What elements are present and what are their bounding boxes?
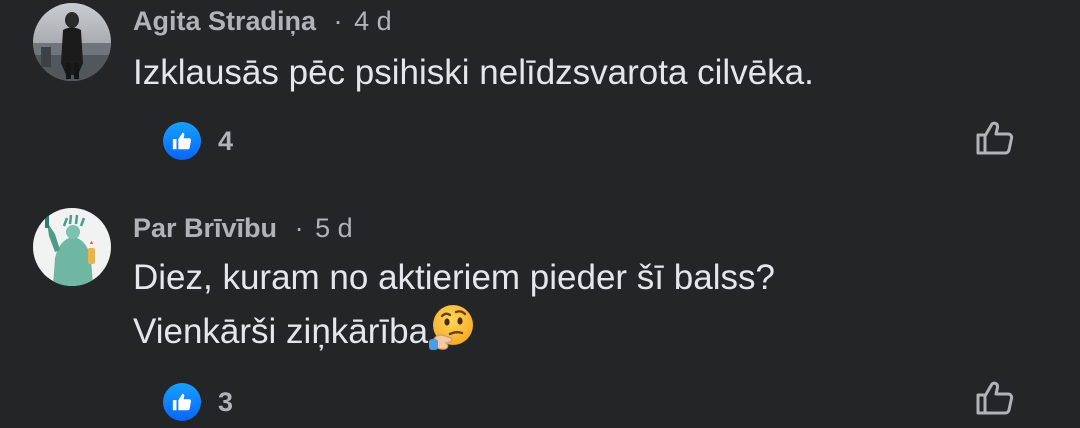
like-reaction-icon bbox=[163, 122, 201, 160]
meta-separator: · bbox=[294, 213, 304, 243]
comment-line-with-emoji: Vienkārši ziņkārība bbox=[133, 303, 775, 357]
thumbs-up-outline-icon bbox=[976, 381, 1014, 415]
thinking-face-emoji bbox=[428, 303, 476, 351]
reaction-count: 3 bbox=[218, 386, 234, 417]
comment-line: Vienkārši ziņkārība bbox=[133, 312, 429, 351]
reaction-summary[interactable]: 3 bbox=[163, 383, 233, 421]
like-button[interactable] bbox=[973, 376, 1017, 420]
thumbs-up-outline-icon bbox=[976, 121, 1014, 155]
comment: Par Brīvību · 5 d Diez, kuram no aktieri… bbox=[0, 200, 1080, 428]
avatar[interactable] bbox=[33, 208, 111, 286]
avatar[interactable] bbox=[33, 3, 111, 81]
reaction-summary[interactable]: 4 bbox=[163, 122, 233, 160]
comment: Agita Stradiņa · 4 d Izklausās pēc psihi… bbox=[0, 0, 1080, 200]
comment-meta: Par Brīvību · 5 d bbox=[133, 211, 353, 245]
comment-line: Izklausās pēc psihiski nelīdzsvarota cil… bbox=[133, 53, 814, 92]
avatar-photo bbox=[33, 3, 111, 81]
comment-time[interactable]: 5 d bbox=[315, 213, 353, 243]
comment-line: Diez, kuram no aktieriem pieder šī balss… bbox=[133, 258, 775, 297]
avatar-photo bbox=[33, 208, 111, 286]
comment-time[interactable]: 4 d bbox=[354, 6, 392, 36]
comment-text: Diez, kuram no aktieriem pieder šī balss… bbox=[133, 253, 775, 357]
meta-separator: · bbox=[333, 6, 343, 36]
like-reaction-icon bbox=[163, 383, 201, 421]
comment-author[interactable]: Par Brīvību bbox=[133, 213, 277, 243]
comment-author[interactable]: Agita Stradiņa bbox=[133, 6, 316, 36]
like-button[interactable] bbox=[973, 116, 1017, 160]
reaction-count: 4 bbox=[218, 125, 234, 156]
comment-text: Izklausās pēc psihiski nelīdzsvarota cil… bbox=[133, 48, 814, 98]
comment-meta: Agita Stradiņa · 4 d bbox=[133, 4, 392, 38]
